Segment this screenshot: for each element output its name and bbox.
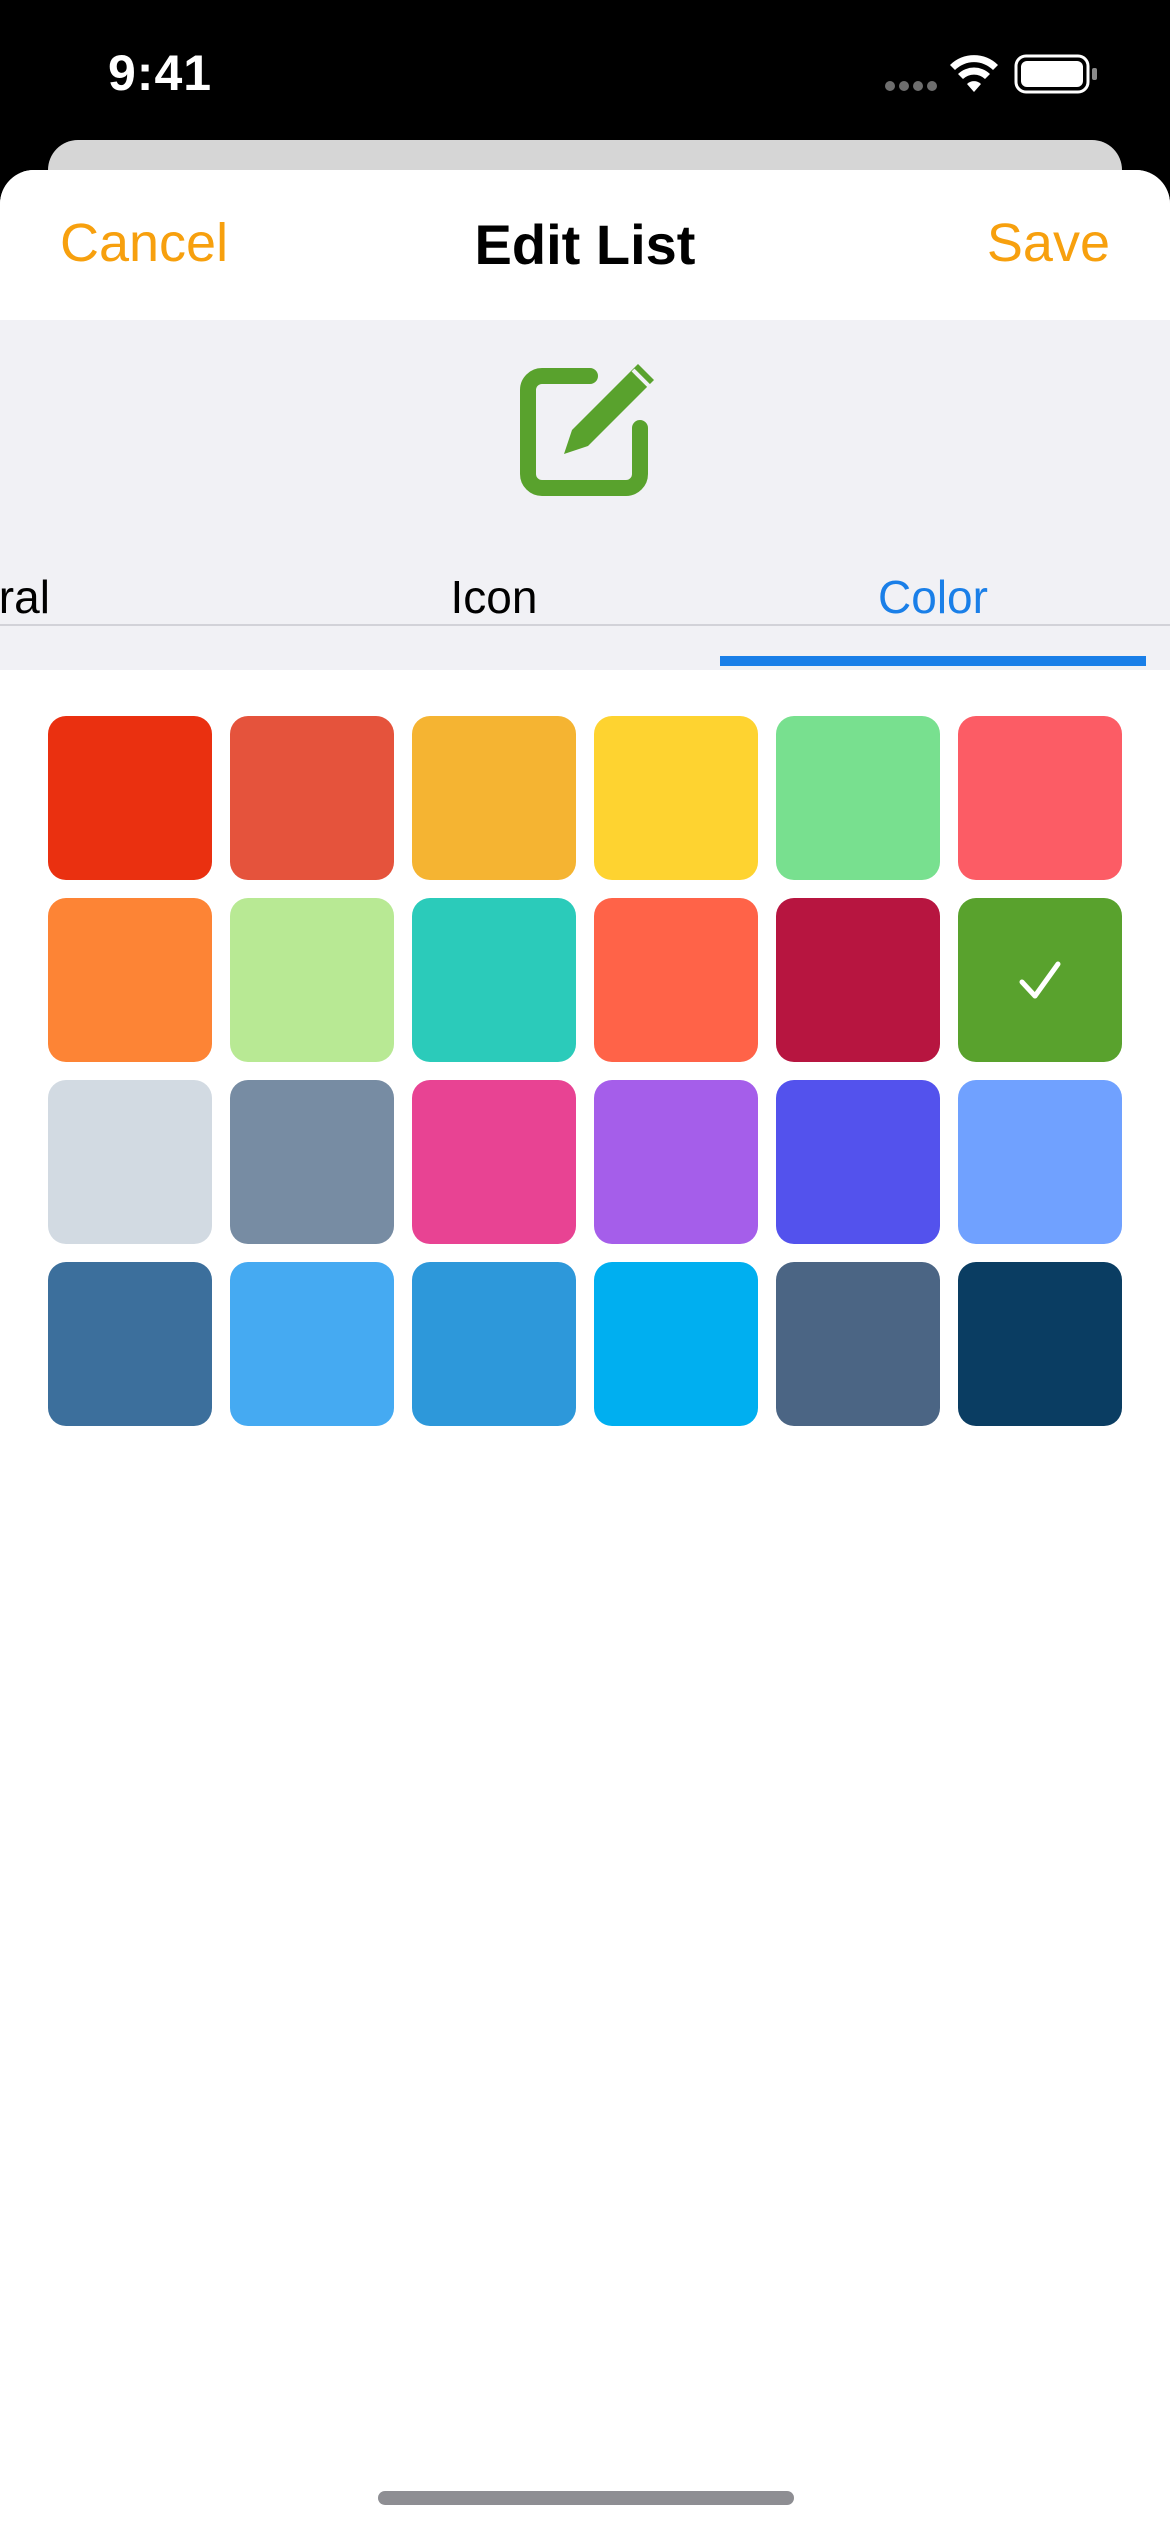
color-swatch[interactable] xyxy=(230,716,394,880)
color-swatch[interactable] xyxy=(48,898,212,1062)
tab-general[interactable]: eneral xyxy=(0,530,186,664)
tab-divider xyxy=(0,624,1170,626)
color-swatch[interactable] xyxy=(958,898,1122,1062)
color-swatch[interactable] xyxy=(594,898,758,1062)
color-swatch[interactable] xyxy=(958,716,1122,880)
list-header: eneral Icon Color xyxy=(0,320,1170,670)
color-swatch[interactable] xyxy=(230,1080,394,1244)
battery-icon xyxy=(1014,54,1097,94)
tab-icon[interactable]: Icon xyxy=(294,530,694,664)
status-bar: 9:41 xyxy=(0,0,1170,140)
color-swatch[interactable] xyxy=(958,1080,1122,1244)
color-swatch[interactable] xyxy=(776,716,940,880)
signal-dots-icon xyxy=(885,81,937,91)
color-swatch[interactable] xyxy=(594,1080,758,1244)
color-swatch[interactable] xyxy=(776,898,940,1062)
tab-color[interactable]: Color xyxy=(720,530,1146,664)
color-swatch[interactable] xyxy=(412,1080,576,1244)
edit-list-sheet: Cancel Edit List Save eneral Icon Color xyxy=(0,170,1170,2532)
color-swatch[interactable] xyxy=(48,716,212,880)
color-swatch[interactable] xyxy=(48,1262,212,1426)
home-indicator xyxy=(378,2491,794,2505)
color-swatch[interactable] xyxy=(412,1262,576,1426)
save-button[interactable]: Save xyxy=(987,212,1110,274)
color-swatch[interactable] xyxy=(958,1262,1122,1426)
color-swatch[interactable] xyxy=(594,716,758,880)
color-swatch[interactable] xyxy=(230,1262,394,1426)
checkmark-icon xyxy=(1019,961,1061,999)
segment-tabs: eneral Icon Color xyxy=(0,530,1170,670)
status-icons xyxy=(885,54,1097,94)
status-time: 9:41 xyxy=(108,45,213,101)
color-swatch[interactable] xyxy=(412,716,576,880)
edit-square-icon xyxy=(520,364,654,496)
color-swatch[interactable] xyxy=(776,1262,940,1426)
wifi-icon xyxy=(950,55,998,92)
navigation-bar: Cancel Edit List Save xyxy=(0,170,1170,320)
tab-selection-indicator xyxy=(720,656,1146,666)
color-swatch[interactable] xyxy=(230,898,394,1062)
color-swatch[interactable] xyxy=(776,1080,940,1244)
color-swatch[interactable] xyxy=(48,1080,212,1244)
color-swatch[interactable] xyxy=(412,898,576,1062)
color-swatch[interactable] xyxy=(594,1262,758,1426)
